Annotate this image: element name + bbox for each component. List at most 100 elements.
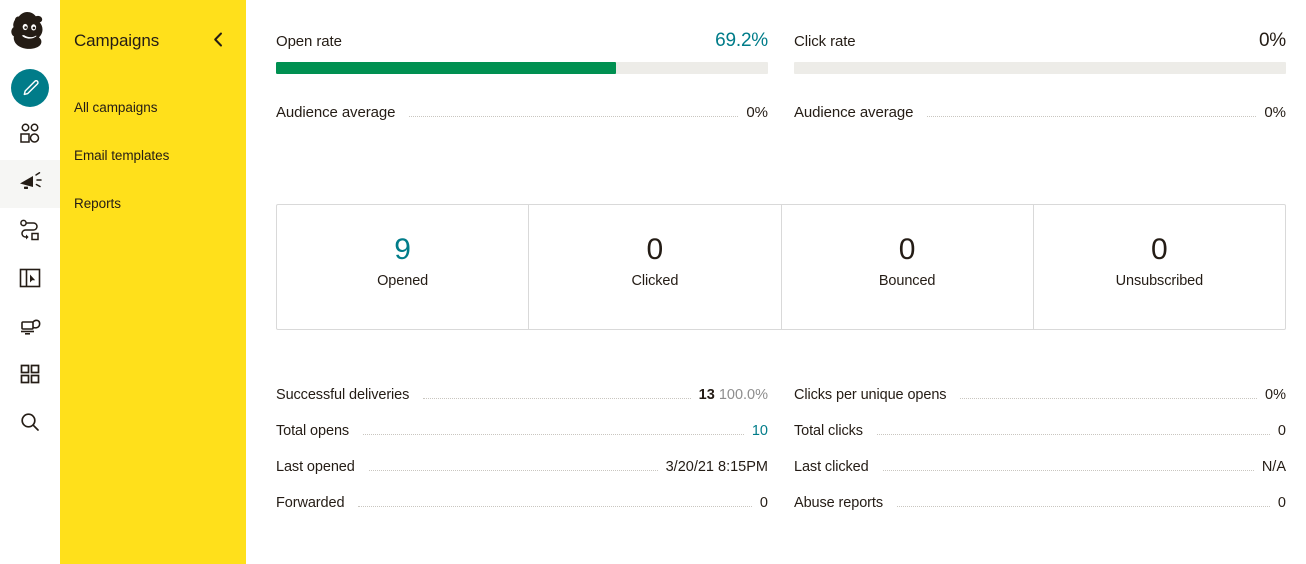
pencil-create-icon — [11, 69, 49, 107]
nav-panel-list: All campaigns Email templates Reports — [60, 84, 246, 228]
stat-card-number: 9 — [394, 233, 411, 267]
report-main: Open rate 69.2% Audience average 0% Clic… — [246, 0, 1306, 564]
megaphone-campaigns-icon — [17, 169, 43, 200]
stat-card-number: 0 — [646, 233, 664, 267]
nav-item-reports[interactable]: Reports — [60, 180, 246, 228]
nav-item-email-templates[interactable]: Email templates — [60, 132, 246, 180]
stat-row-total-opens: Total opens 10 — [276, 422, 768, 458]
stat-row-value: 3/20/21 8:15PM — [665, 459, 768, 475]
open-rate-average-label: Audience average — [276, 104, 396, 121]
collapse-panel-button[interactable] — [208, 31, 228, 51]
click-rate-average-value: 0% — [1264, 104, 1286, 121]
website-nav[interactable] — [0, 256, 60, 304]
open-rate-average-value: 0% — [746, 104, 768, 121]
stat-row-label: Total clicks — [794, 423, 863, 439]
stat-row-total-clicks: Total clicks 0 — [794, 422, 1286, 458]
open-rate-block: Open rate 69.2% Audience average 0% — [276, 30, 768, 122]
audience-people-icon — [17, 121, 43, 152]
grid-apps-icon — [18, 362, 42, 391]
stat-row-value: 0 — [1277, 495, 1286, 511]
open-rate-bar-fill — [276, 62, 617, 74]
integrations-nav[interactable] — [0, 352, 60, 400]
icon-rail — [0, 0, 60, 564]
nav-panel-header: Campaigns — [60, 0, 246, 56]
stat-card-number: 0 — [898, 233, 916, 267]
open-rate-bar-track — [276, 62, 768, 74]
click-rate-header: Click rate 0% — [794, 30, 1286, 52]
stat-row-label: Forwarded — [276, 495, 345, 511]
leader-dots — [960, 398, 1258, 399]
stat-row-values: 13 100.0% — [699, 386, 768, 404]
stat-row-last-opened: Last opened 3/20/21 8:15PM — [276, 458, 768, 494]
chevron-left-icon — [213, 32, 224, 50]
stat-row-values: 0 — [760, 494, 768, 512]
stat-row-last-clicked: Last clicked N/A — [794, 458, 1286, 494]
automations-journey-icon — [17, 217, 43, 248]
stat-row-value: N/A — [1261, 459, 1286, 475]
content-studio-icon — [17, 313, 43, 344]
stat-card-clicked[interactable]: 0 Clicked — [529, 205, 782, 329]
search-nav[interactable] — [0, 400, 60, 448]
nav-item-all-campaigns[interactable]: All campaigns — [60, 84, 246, 132]
stat-card-opened[interactable]: 9 Opened — [277, 205, 530, 329]
stat-card-label: Unsubscribed — [1115, 272, 1204, 289]
automations-nav[interactable] — [0, 208, 60, 256]
stat-card-label: Opened — [377, 272, 429, 289]
stat-row-values: 0% — [1265, 386, 1286, 404]
stat-row-value: 0 — [1277, 423, 1286, 439]
stat-row-label: Last opened — [276, 459, 355, 475]
stat-row-successful-deliveries: Successful deliveries 13 100.0% — [276, 386, 768, 422]
open-rate-average-row: Audience average 0% — [276, 104, 768, 122]
content-nav[interactable] — [0, 304, 60, 352]
stat-card-number: 0 — [1151, 233, 1168, 267]
detail-stats-left: Successful deliveries 13 100.0% Total ope… — [276, 386, 768, 530]
campaigns-nav[interactable] — [0, 160, 60, 208]
stat-row-label: Total opens — [276, 423, 350, 439]
open-rate-header: Open rate 69.2% — [276, 30, 768, 52]
website-page-icon — [17, 265, 43, 296]
leader-dots — [882, 470, 1254, 471]
click-rate-average-label: Audience average — [794, 104, 914, 121]
click-rate-value: 0% — [1258, 30, 1286, 51]
search-icon — [18, 410, 42, 439]
stat-row-forwarded: Forwarded 0 — [276, 494, 768, 530]
click-rate-block: Click rate 0% Audience average 0% — [794, 30, 1286, 122]
stat-row-label: Clicks per unique opens — [794, 387, 947, 403]
leader-dots — [368, 470, 658, 471]
stat-cards: 9 Opened 0 Clicked 0 Bounced 0 Unsubscri… — [276, 204, 1286, 330]
leader-dots — [896, 506, 1270, 507]
stat-row-value: 10 — [751, 423, 768, 439]
click-rate-bar-track — [794, 62, 1286, 74]
create-button[interactable] — [0, 64, 60, 112]
stat-row-abuse-reports: Abuse reports 0 — [794, 494, 1286, 530]
stat-row-values: N/A — [1262, 458, 1286, 476]
leader-dots — [927, 116, 1257, 117]
stat-row-values: 3/20/21 8:15PM — [666, 458, 768, 476]
stat-row-clicks-per-unique-opens: Clicks per unique opens 0% — [794, 386, 1286, 422]
detail-stats-right: Clicks per unique opens 0% Total clicks … — [794, 386, 1286, 530]
rate-metrics-row: Open rate 69.2% Audience average 0% Clic… — [276, 0, 1286, 122]
audience-nav[interactable] — [0, 112, 60, 160]
stat-card-bounced[interactable]: 0 Bounced — [782, 205, 1034, 329]
click-rate-average-row: Audience average 0% — [794, 104, 1286, 122]
stat-card-label: Clicked — [631, 272, 679, 289]
stat-card-unsubscribed[interactable]: 0 Unsubscribed — [1034, 205, 1285, 329]
campaigns-nav-panel: Campaigns All campaigns Email templates … — [60, 0, 246, 564]
open-rate-value: 69.2% — [715, 30, 768, 51]
stat-row-values: 0 — [1278, 422, 1286, 440]
stat-row-values: 0 — [1278, 494, 1286, 512]
stat-row-label: Abuse reports — [794, 495, 883, 511]
stat-row-value: 13 — [698, 387, 715, 403]
click-rate-label: Click rate — [794, 33, 856, 50]
leader-dots — [358, 506, 752, 507]
nav-panel-title: Campaigns — [74, 31, 160, 50]
stat-row-value: 0 — [759, 495, 768, 511]
stat-card-label: Bounced — [878, 272, 936, 289]
mailchimp-freddie-logo[interactable] — [6, 6, 54, 58]
stat-row-label: Last clicked — [794, 459, 869, 475]
leader-dots — [423, 398, 691, 399]
leader-dots — [363, 434, 744, 435]
stat-row-subvalue: 100.0% — [718, 387, 768, 403]
stat-row-value: 0% — [1265, 387, 1286, 403]
app-root: Campaigns All campaigns Email templates … — [0, 0, 1306, 564]
